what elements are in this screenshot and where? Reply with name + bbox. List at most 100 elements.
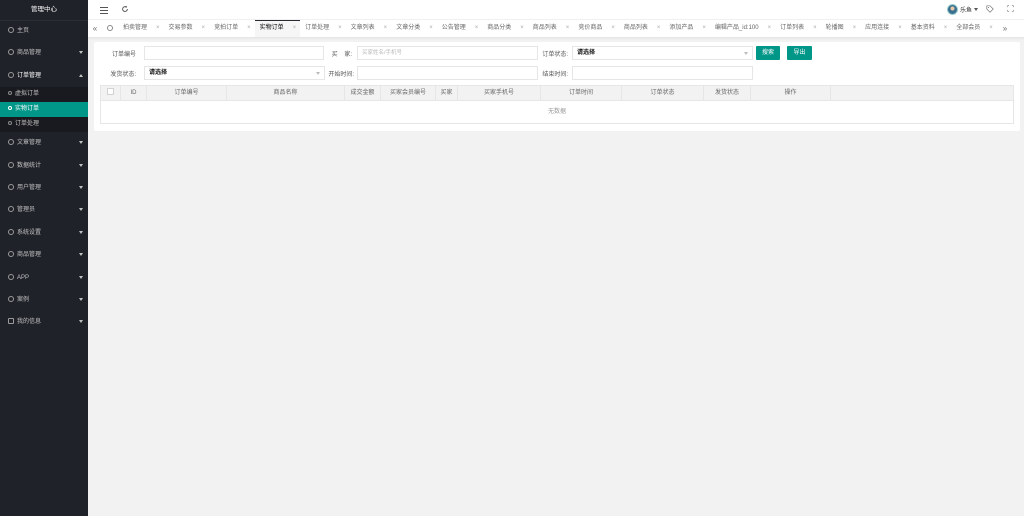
order-status-value: 请选择 bbox=[577, 50, 596, 56]
tab-label: 商品列表 bbox=[623, 25, 648, 31]
chevron-down-icon bbox=[316, 72, 320, 75]
close-icon[interactable]: × bbox=[989, 25, 993, 31]
tab-16[interactable]: 应用连接 × bbox=[860, 20, 906, 37]
sidebar-sub-physical-orders[interactable]: 实物订单 bbox=[0, 102, 88, 118]
close-icon[interactable]: × bbox=[898, 25, 902, 31]
end-time-label: 结束时间: bbox=[542, 72, 568, 78]
tab-2[interactable]: 竞拍订单 × bbox=[209, 20, 255, 37]
close-icon[interactable]: × bbox=[566, 25, 570, 31]
sidebar-item-label: 主页 bbox=[17, 28, 30, 34]
tab-7[interactable]: 公告管理 × bbox=[437, 20, 483, 37]
tab-label: 公告管理 bbox=[441, 25, 466, 31]
chevron-up-icon bbox=[79, 73, 83, 77]
column-header: 操作 bbox=[751, 86, 831, 100]
close-icon[interactable]: × bbox=[156, 25, 160, 31]
ship-status-select[interactable]: 请选择 bbox=[144, 66, 325, 80]
gear-icon bbox=[8, 71, 14, 78]
caret-down-icon bbox=[974, 8, 978, 11]
sidebar-item-label: 系统设置 bbox=[17, 229, 42, 236]
refresh-icon[interactable] bbox=[121, 5, 131, 15]
start-time-input[interactable] bbox=[357, 66, 538, 80]
tag-icon[interactable] bbox=[986, 5, 996, 15]
close-icon[interactable]: × bbox=[293, 25, 297, 31]
sidebar-item-products[interactable]: 商品管理 bbox=[0, 42, 88, 64]
sidebar-item-cases[interactable]: 案例 bbox=[0, 289, 88, 311]
menu-toggle-icon[interactable] bbox=[99, 5, 109, 15]
tab-label: 文章列表 bbox=[350, 25, 375, 31]
close-icon[interactable]: × bbox=[384, 25, 388, 31]
tab-18[interactable]: 全部会员 × bbox=[951, 20, 996, 37]
sidebar-sub-virtual-orders[interactable]: 虚拟订单 bbox=[0, 87, 88, 102]
column-header: 订单状态 bbox=[622, 86, 704, 100]
sidebar-item-home[interactable]: 主页 bbox=[0, 20, 88, 42]
sidebar-item-articles[interactable]: 文章管理 bbox=[0, 132, 88, 154]
tab-8[interactable]: 商品分类 × bbox=[482, 20, 528, 37]
chevron-down-icon bbox=[79, 163, 83, 167]
close-icon[interactable]: × bbox=[429, 25, 433, 31]
sidebar-item-users[interactable]: 用户管理 bbox=[0, 177, 88, 199]
tab-label: 交易参数 bbox=[168, 25, 193, 31]
close-icon[interactable]: × bbox=[657, 25, 661, 31]
tab-6[interactable]: 文章分类 × bbox=[391, 20, 437, 37]
fullscreen-icon[interactable] bbox=[1007, 5, 1017, 15]
tab-5[interactable]: 文章列表 × bbox=[346, 20, 392, 37]
close-icon[interactable]: × bbox=[611, 25, 615, 31]
tab-label: 竞价商品 bbox=[578, 25, 603, 31]
tabs-home-icon[interactable] bbox=[103, 20, 117, 37]
tab-14[interactable]: 订单列表 × bbox=[775, 20, 821, 37]
close-icon[interactable]: × bbox=[944, 25, 948, 31]
sidebar-item-statistics[interactable]: 数据统计 bbox=[0, 155, 88, 177]
sidebar-sub-order-processing[interactable]: 订单处理 bbox=[0, 117, 88, 132]
tab-label: 编辑产品_id:100 bbox=[714, 25, 759, 31]
table-header: ID 订单编号 商品名称 成交金额 买家会员编号 买家 买家手机号 订单时间 订… bbox=[101, 86, 1013, 101]
column-header: 订单时间 bbox=[541, 86, 622, 100]
sidebar-item-settings[interactable]: 系统设置 bbox=[0, 222, 88, 244]
close-icon[interactable]: × bbox=[702, 25, 706, 31]
sidebar-item-my-info[interactable]: 我的信息 bbox=[0, 311, 88, 333]
tab-13[interactable]: 编辑产品_id:100 × bbox=[710, 20, 775, 37]
tab-label: 添加产品 bbox=[669, 25, 694, 31]
tabs-scroll-left-icon[interactable]: « bbox=[88, 20, 102, 37]
buyer-input[interactable] bbox=[357, 46, 538, 60]
gear-icon bbox=[8, 161, 14, 168]
sidebar: 管理中心 主页 商品管理 订单管理 虚拟订单 实物订单 订单处理 文章管理 数据… bbox=[0, 0, 88, 516]
tab-10[interactable]: 竞价商品 × bbox=[573, 20, 619, 37]
chevron-down-icon bbox=[79, 230, 83, 234]
order-no-input[interactable] bbox=[144, 46, 324, 60]
close-icon[interactable]: × bbox=[768, 25, 772, 31]
close-icon[interactable]: × bbox=[853, 25, 857, 31]
close-icon[interactable]: × bbox=[338, 25, 342, 31]
close-icon[interactable]: × bbox=[202, 25, 206, 31]
user-menu[interactable]: 乐鱼 bbox=[946, 4, 978, 16]
sidebar-item-orders[interactable]: 订单管理 bbox=[0, 65, 88, 87]
close-icon[interactable]: × bbox=[813, 25, 817, 31]
end-time-input[interactable] bbox=[572, 66, 753, 80]
gear-icon bbox=[8, 183, 14, 190]
close-icon[interactable]: × bbox=[475, 25, 479, 31]
tab-12[interactable]: 添加产品 × bbox=[664, 20, 710, 37]
sidebar-item-products-2[interactable]: 商品管理 bbox=[0, 244, 88, 266]
select-all-checkbox[interactable] bbox=[107, 88, 114, 95]
tab-11[interactable]: 商品列表 × bbox=[619, 20, 665, 37]
tabs-scroll-right-icon[interactable]: » bbox=[998, 20, 1012, 37]
tab-3[interactable]: 实物订单 × bbox=[254, 20, 301, 37]
chevron-down-icon bbox=[79, 208, 83, 212]
tab-4[interactable]: 订单处理 × bbox=[300, 20, 346, 37]
tab-1[interactable]: 交易参数 × bbox=[164, 20, 210, 37]
sidebar-sub-label: 虚拟订单 bbox=[15, 91, 40, 98]
close-icon[interactable]: × bbox=[520, 25, 524, 31]
close-icon[interactable]: × bbox=[247, 25, 251, 31]
sidebar-item-admins[interactable]: 管理员 bbox=[0, 199, 88, 221]
order-status-select[interactable]: 请选择 bbox=[572, 46, 753, 60]
tab-15[interactable]: 轮播图 × bbox=[821, 20, 861, 37]
tab-17[interactable]: 基本资料 × bbox=[906, 20, 952, 37]
sidebar-item-app[interactable]: APP bbox=[0, 267, 88, 289]
tab-0[interactable]: 拍卖管理 × bbox=[118, 20, 164, 37]
export-button[interactable]: 导出 bbox=[787, 46, 812, 60]
tab-9[interactable]: 商品列表 × bbox=[528, 20, 574, 37]
ship-status-label: 发货状态: bbox=[110, 72, 136, 78]
tab-list: 拍卖管理 × 交易参数 × 竞拍订单 × 实物订单 × 订单处理 × 文章列表 × 文章分类 × 公告管理 ×… bbox=[118, 20, 996, 37]
order-status-label: 订单状态: bbox=[542, 52, 568, 58]
search-button[interactable]: 搜索 bbox=[756, 46, 780, 60]
start-time-label: 开始时间: bbox=[328, 72, 354, 78]
